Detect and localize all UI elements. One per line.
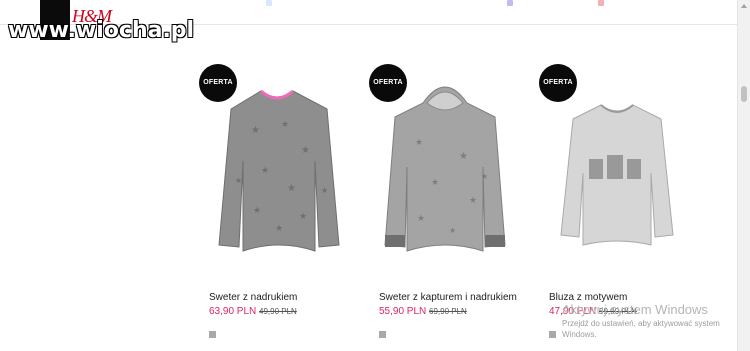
product-card[interactable]: ★ ★ ★ ★ ★ ★ ★ ★ ★ ★ OFERTA Sweter z nadr… [195,63,355,351]
svg-text:★: ★ [261,165,269,175]
product-price: 55,90 PLN [379,306,427,317]
product-title[interactable]: Sweter z kapturem i nadrukiem [379,292,517,303]
svg-text:★: ★ [251,125,260,136]
toolbar-marker [266,0,272,6]
offer-badge: OFERTA [199,64,237,102]
color-swatch[interactable] [549,331,556,338]
product-price: 63,90 PLN [209,306,257,317]
activation-title: Aktywuj system Windows [562,302,708,317]
svg-text:★: ★ [301,145,310,156]
svg-text:★: ★ [469,195,477,205]
product-image[interactable]: OFERTA [535,63,695,259]
product-image[interactable]: ★ ★ ★ ★ ★ ★ ★ ★ ★ ★ OFERTA [195,63,355,259]
color-swatch[interactable] [379,331,386,338]
svg-text:★: ★ [281,119,289,129]
scroll-thumb[interactable] [741,86,747,102]
svg-text:★: ★ [415,137,423,147]
svg-text:★: ★ [287,183,296,194]
offer-badge: OFERTA [369,64,407,102]
svg-text:★: ★ [299,211,307,221]
svg-text:★: ★ [459,151,468,162]
svg-text:★: ★ [253,205,261,215]
svg-text:★: ★ [235,176,242,185]
toolbar-marker [598,0,604,6]
watermark-text: www.wiocha.pl [8,18,195,43]
product-card[interactable]: ★ ★ ★ ★ ★ ★ ★ OFERTA Sweter z kapturem i… [365,63,525,351]
color-swatch[interactable] [209,331,216,338]
toolbar-marker [507,0,513,6]
product-image[interactable]: ★ ★ ★ ★ ★ ★ ★ OFERTA [365,63,525,259]
product-old-price: 49,90 PLN [259,307,297,316]
svg-text:★: ★ [481,172,488,181]
scroll-up-icon[interactable] [741,4,747,8]
product-title[interactable]: Sweter z nadrukiem [209,292,297,303]
product-old-price: 69,90 PLN [429,307,467,316]
svg-text:★: ★ [417,213,425,223]
vertical-scrollbar[interactable] [737,0,750,351]
svg-text:★: ★ [275,223,283,233]
svg-text:★: ★ [449,226,456,235]
activation-subtitle: Przejdź do ustawień, aby aktywować syste… [562,319,720,339]
offer-badge: OFERTA [539,64,577,102]
svg-text:★: ★ [431,177,439,187]
svg-text:★: ★ [321,186,328,195]
